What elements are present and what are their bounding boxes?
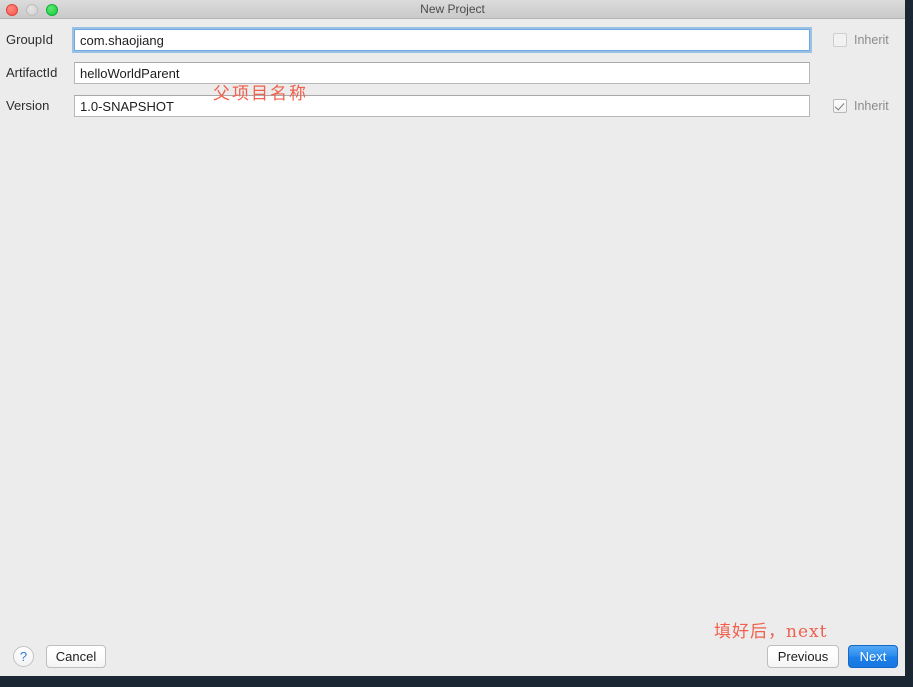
help-button[interactable]: ? (13, 646, 34, 667)
cancel-button[interactable]: Cancel (46, 645, 106, 668)
desktop-edge-bottom (0, 676, 913, 687)
version-inherit-checkbox[interactable]: Inherit (833, 97, 889, 115)
version-label: Version (6, 98, 50, 113)
form-row-version: Version Inherit (0, 95, 905, 119)
form-row-groupid: GroupId Inherit (0, 29, 905, 53)
checkbox-box[interactable] (833, 33, 847, 47)
window-title: New Project (420, 2, 485, 16)
groupid-inherit-checkbox[interactable]: Inherit (833, 31, 889, 49)
next-button[interactable]: Next (848, 645, 898, 668)
window-titlebar: New Project (0, 0, 905, 19)
groupid-inherit-label: Inherit (854, 33, 889, 47)
artifactid-input[interactable] (74, 62, 810, 84)
form-row-artifactid: ArtifactId (0, 62, 905, 86)
maven-coordinates-form: GroupId Inherit ArtifactId Version Inher… (0, 19, 905, 642)
new-project-dialog: New Project GroupId Inherit ArtifactId V… (0, 0, 905, 676)
checkbox-box[interactable] (833, 99, 847, 113)
groupid-input[interactable] (74, 29, 810, 51)
desktop-edge-right (905, 0, 913, 687)
version-inherit-label: Inherit (854, 99, 889, 113)
artifactid-label: ArtifactId (6, 65, 58, 80)
version-input[interactable] (74, 95, 810, 117)
previous-button[interactable]: Previous (767, 645, 839, 668)
groupid-label: GroupId (6, 32, 53, 47)
